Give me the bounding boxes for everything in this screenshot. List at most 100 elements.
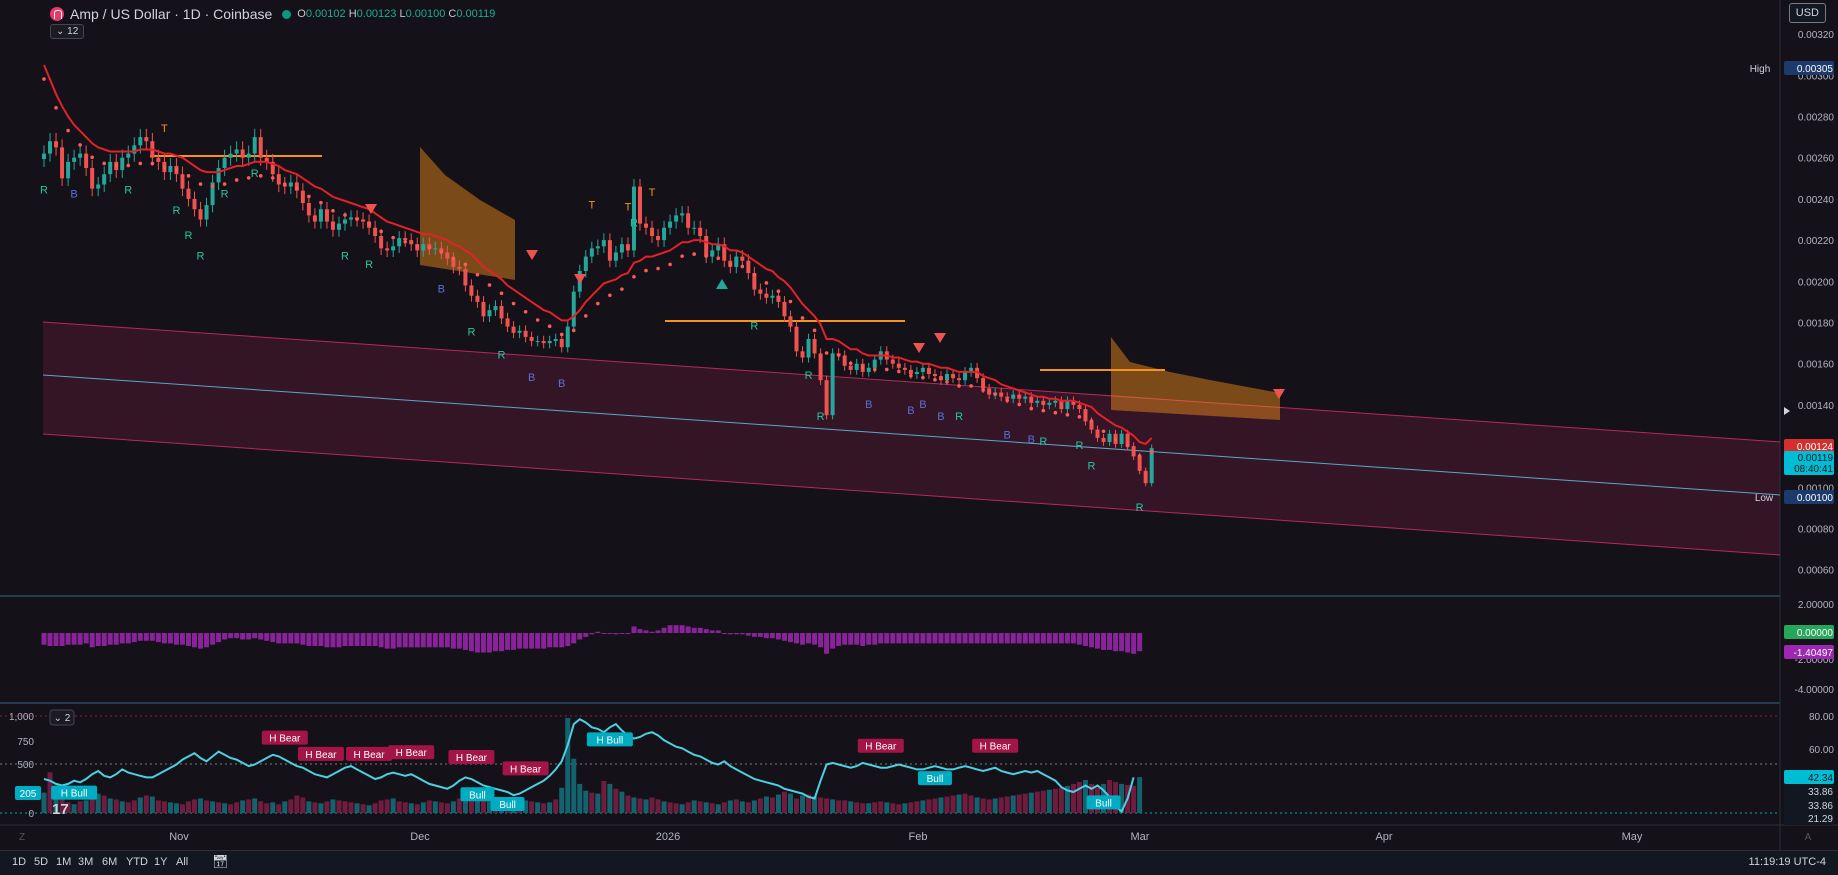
histogram-bar [541,633,547,649]
volume-bar [583,790,589,813]
volume-bar [408,803,414,813]
trail-dot [776,289,781,293]
price-tick: 0.00080 [1798,525,1835,536]
timeframe-1m[interactable]: 1M [56,856,71,868]
time-tick: Dec [410,831,430,843]
candle-body [499,306,504,319]
trail-dot [535,318,540,322]
candle-body [469,285,474,296]
histogram-bar [679,625,685,633]
candle-body [234,149,239,154]
candle-body [54,141,59,148]
signal-label: R [955,411,963,423]
histogram-bar [667,625,673,633]
chart-stage[interactable]: R B R T R R R R R R R B R R B B T T R T R R R B B B B R B B R R R R 0.0032… [0,0,1838,874]
histogram-bar [571,633,577,644]
trail-dot [511,301,516,306]
candle-body [240,149,245,158]
trail-dot [114,163,119,168]
histogram-bar [589,633,595,635]
indicator-count-badge[interactable]: ⌄ 12 [50,24,85,39]
histogram-bar [812,633,818,645]
histogram-bar [1095,633,1100,649]
candle-body [318,209,323,222]
signal-label: B [528,372,535,384]
trail-dot [210,184,215,188]
candle-body [330,221,335,230]
volume-bar [1070,783,1076,813]
volume-bar [896,804,902,813]
trail-dot [740,264,745,269]
volume-bar [77,801,83,813]
histogram-bar [312,633,318,646]
volume-bar [426,800,432,813]
volume-bar [595,793,601,813]
candle-body [1041,400,1046,405]
volume-bar [673,803,679,813]
candle-body [204,205,209,220]
trail-dot [812,328,817,333]
volume-bar [282,801,288,813]
currency-button[interactable]: USD [1788,3,1826,23]
volume-bar [956,794,962,813]
candle-body [300,190,305,204]
histogram-bar [721,633,727,634]
candle-body [613,252,618,261]
symbol-title[interactable]: Amp / US Dollar · 1D · Coinbase [70,6,272,22]
candle-body [228,153,233,158]
timeframe-all[interactable]: All [176,856,188,868]
timeframe-3m[interactable]: 3M [78,856,93,868]
candle-body [216,168,221,183]
volume-bar [131,800,137,813]
candle-body [830,353,835,416]
timeframe-1d[interactable]: 1D [12,856,26,868]
histogram-bar [691,627,697,633]
timeframe-6m[interactable]: 6M [102,856,117,868]
candle-body [981,378,986,389]
candle-body [746,260,751,274]
histogram-bar [697,627,703,633]
timeframe-1y[interactable]: 1Y [154,856,167,868]
volume-bar [276,804,282,813]
signal-label: B [1028,434,1035,446]
trail-dot [523,309,528,314]
candle-body [812,338,817,354]
volume-bar [577,783,583,813]
histogram-bar [553,633,559,648]
histogram-bar [276,633,282,644]
candle-body [987,388,992,395]
histogram-bar [559,633,565,648]
symbol-header[interactable]: Amp / US Dollar · 1D · Coinbase O0.00102… [50,4,495,24]
timeframe-5d[interactable]: 5D [34,856,48,868]
chart-svg[interactable]: R B RTRRRRRRRBRRBBT TRTRRRBBBB RB B R RRR0.0032… [0,0,1838,874]
histogram-bar [432,633,438,648]
candle-body [120,157,125,171]
divergence-label: Bull [499,800,516,811]
histogram-bar [360,633,366,646]
histogram-bar [1107,633,1113,650]
histogram-bar [390,633,396,649]
candle-body [1011,394,1016,399]
histogram-bar [426,633,432,648]
histogram-bar [438,633,444,648]
candle-body [601,240,606,247]
histogram-bar [1022,633,1028,644]
volume-bar [1137,777,1143,813]
histogram-bar [595,631,601,633]
trail-dot [668,262,672,267]
timeframe-ytd[interactable]: YTD [126,856,148,868]
candle-body [445,252,450,259]
histogram-bar [47,633,53,646]
date-range-icon[interactable]: 📅︎ [212,854,229,870]
trail-dot [921,375,925,380]
price-tick: 0.00180 [1798,319,1835,330]
signal-label: R [630,218,638,230]
candle-body [866,367,871,372]
volume-bar [1052,788,1058,813]
price-tick: 0.00160 [1798,360,1835,371]
clock[interactable]: 11:19:19 UTC-4 [1749,856,1826,868]
signal-label: B [907,405,914,417]
candle-body [1023,396,1028,399]
volume-bar [252,798,258,813]
volume-bar [992,798,998,813]
